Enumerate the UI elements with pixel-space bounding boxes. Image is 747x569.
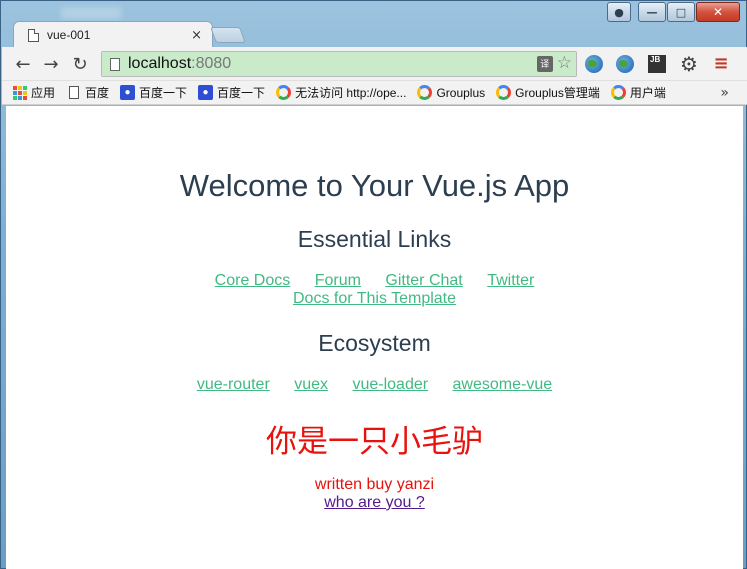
close-icon: ✕ <box>712 5 724 19</box>
who-link-row: who are you ? <box>6 494 743 512</box>
essential-links-list: Core Docs Forum Gitter Chat Twitter <box>6 272 743 290</box>
url-port: :8080 <box>191 55 232 72</box>
g-icon <box>276 85 292 100</box>
bookmark-label: Grouplus <box>436 85 486 100</box>
bookmark-label: Grouplus管理端 <box>515 86 600 100</box>
translate-icon[interactable]: 译 <box>536 55 553 72</box>
browser-window: ● — □ ✕ vue-001 × ← → ↻ localhost:8080 译… <box>0 0 747 569</box>
template-link-row: Docs for This Template <box>6 290 743 308</box>
maximize-button[interactable]: □ <box>667 2 695 22</box>
browser-toolbar: ← → ↻ localhost:8080 译 ☆ JB ⚙ ≡ <box>2 47 747 81</box>
address-bar[interactable]: localhost:8080 译 ☆ <box>101 51 577 77</box>
bookmark-user-end[interactable]: 用户端 <box>610 84 666 101</box>
address-url[interactable]: localhost:8080 <box>128 55 231 73</box>
forward-button[interactable]: → <box>40 53 62 75</box>
bookmark-baidu[interactable]: 百度 <box>66 84 109 101</box>
url-host: localhost <box>128 55 192 72</box>
page-icon <box>66 85 81 100</box>
globe-icon <box>585 55 603 73</box>
browser-menu-button[interactable]: ≡ <box>711 54 731 74</box>
new-tab-button[interactable] <box>210 27 246 43</box>
link-core-docs[interactable]: Core Docs <box>215 272 291 289</box>
bookmark-label: 百度 <box>85 86 110 100</box>
bookmark-unreachable[interactable]: 无法访问 http://ope... <box>276 84 406 101</box>
link-awesome-vue[interactable]: awesome-vue <box>453 376 553 393</box>
bookmark-star-icon[interactable]: ☆ <box>557 55 572 72</box>
bookmark-grouplus[interactable]: Grouplus <box>417 85 485 100</box>
reload-button[interactable]: ↻ <box>69 53 91 75</box>
bookmarks-bar: 应用 百度 ● 百度一下 ● 百度一下 无法访问 http://ope... G… <box>2 81 747 105</box>
address-bar-actions: 译 ☆ <box>536 55 572 72</box>
link-forum[interactable]: Forum <box>315 272 361 289</box>
g-icon <box>496 85 512 100</box>
maximize-icon: □ <box>675 5 687 19</box>
gear-icon: ⚙ <box>680 52 698 76</box>
g-icon <box>610 85 626 100</box>
extension-globe-button-2[interactable] <box>615 54 635 74</box>
tab-close-button[interactable]: × <box>191 28 202 43</box>
page-title: Welcome to Your Vue.js App <box>179 168 570 203</box>
link-vuex[interactable]: vuex <box>294 376 328 393</box>
bookmarks-overflow-button[interactable]: » <box>720 85 729 101</box>
link-vue-loader[interactable]: vue-loader <box>352 376 428 393</box>
link-twitter[interactable]: Twitter <box>487 272 534 289</box>
ecosystem-heading: Ecosystem <box>318 330 431 356</box>
bookmark-grouplus-admin[interactable]: Grouplus管理端 <box>496 84 600 101</box>
tab-title: vue-001 <box>47 28 91 42</box>
bookmark-baidu-search-1[interactable]: ● 百度一下 <box>120 84 187 101</box>
globe-icon <box>616 55 634 73</box>
link-who-are-you[interactable]: who are you ? <box>324 494 425 511</box>
title-bar-blur <box>61 7 121 19</box>
link-gitter-chat[interactable]: Gitter Chat <box>385 272 462 289</box>
link-vue-router[interactable]: vue-router <box>197 376 270 393</box>
page-icon <box>28 28 39 42</box>
bookmark-baidu-search-2[interactable]: ● 百度一下 <box>198 84 265 101</box>
bookmark-label: 无法访问 http://ope... <box>295 86 407 100</box>
author-text: written buy yanzi <box>314 476 435 493</box>
window-caption-buttons: ● — □ ✕ <box>606 2 740 22</box>
jetbrains-icon: JB <box>648 55 666 73</box>
extension-globe-button[interactable] <box>584 54 604 74</box>
bookmark-label: 应用 <box>31 86 56 100</box>
user-icon: ● <box>614 5 624 19</box>
minimize-button[interactable]: — <box>638 2 666 22</box>
page-content: Welcome to Your Vue.js App Essential Lin… <box>6 106 743 569</box>
apps-grid-icon <box>12 85 27 100</box>
bookmark-label: 用户端 <box>629 86 666 100</box>
link-docs-template[interactable]: Docs for This Template <box>293 290 456 307</box>
bookmark-apps[interactable]: 应用 <box>12 84 55 101</box>
page-info-icon[interactable] <box>110 57 120 71</box>
hamburger-menu-icon: ≡ <box>713 53 729 74</box>
ecosystem-links-list: vue-router vuex vue-loader awesome-vue <box>6 376 743 394</box>
baidu-paw-icon: ● <box>198 85 214 100</box>
essential-links-heading: Essential Links <box>297 226 452 252</box>
extension-settings-button[interactable]: ⚙ <box>679 54 699 74</box>
g-icon <box>417 85 433 100</box>
chinese-title: 你是一只小毛驴 <box>266 424 483 460</box>
tab-vue-001[interactable]: vue-001 × <box>13 21 213 48</box>
user-profile-button[interactable]: ● <box>607 2 631 22</box>
extension-jb-button[interactable]: JB <box>647 54 667 74</box>
close-window-button[interactable]: ✕ <box>696 2 740 22</box>
bookmark-label: 百度一下 <box>217 86 266 100</box>
bookmark-label: 百度一下 <box>139 86 188 100</box>
baidu-paw-icon: ● <box>120 85 136 100</box>
back-button[interactable]: ← <box>12 53 34 75</box>
minimize-icon: — <box>646 5 658 19</box>
